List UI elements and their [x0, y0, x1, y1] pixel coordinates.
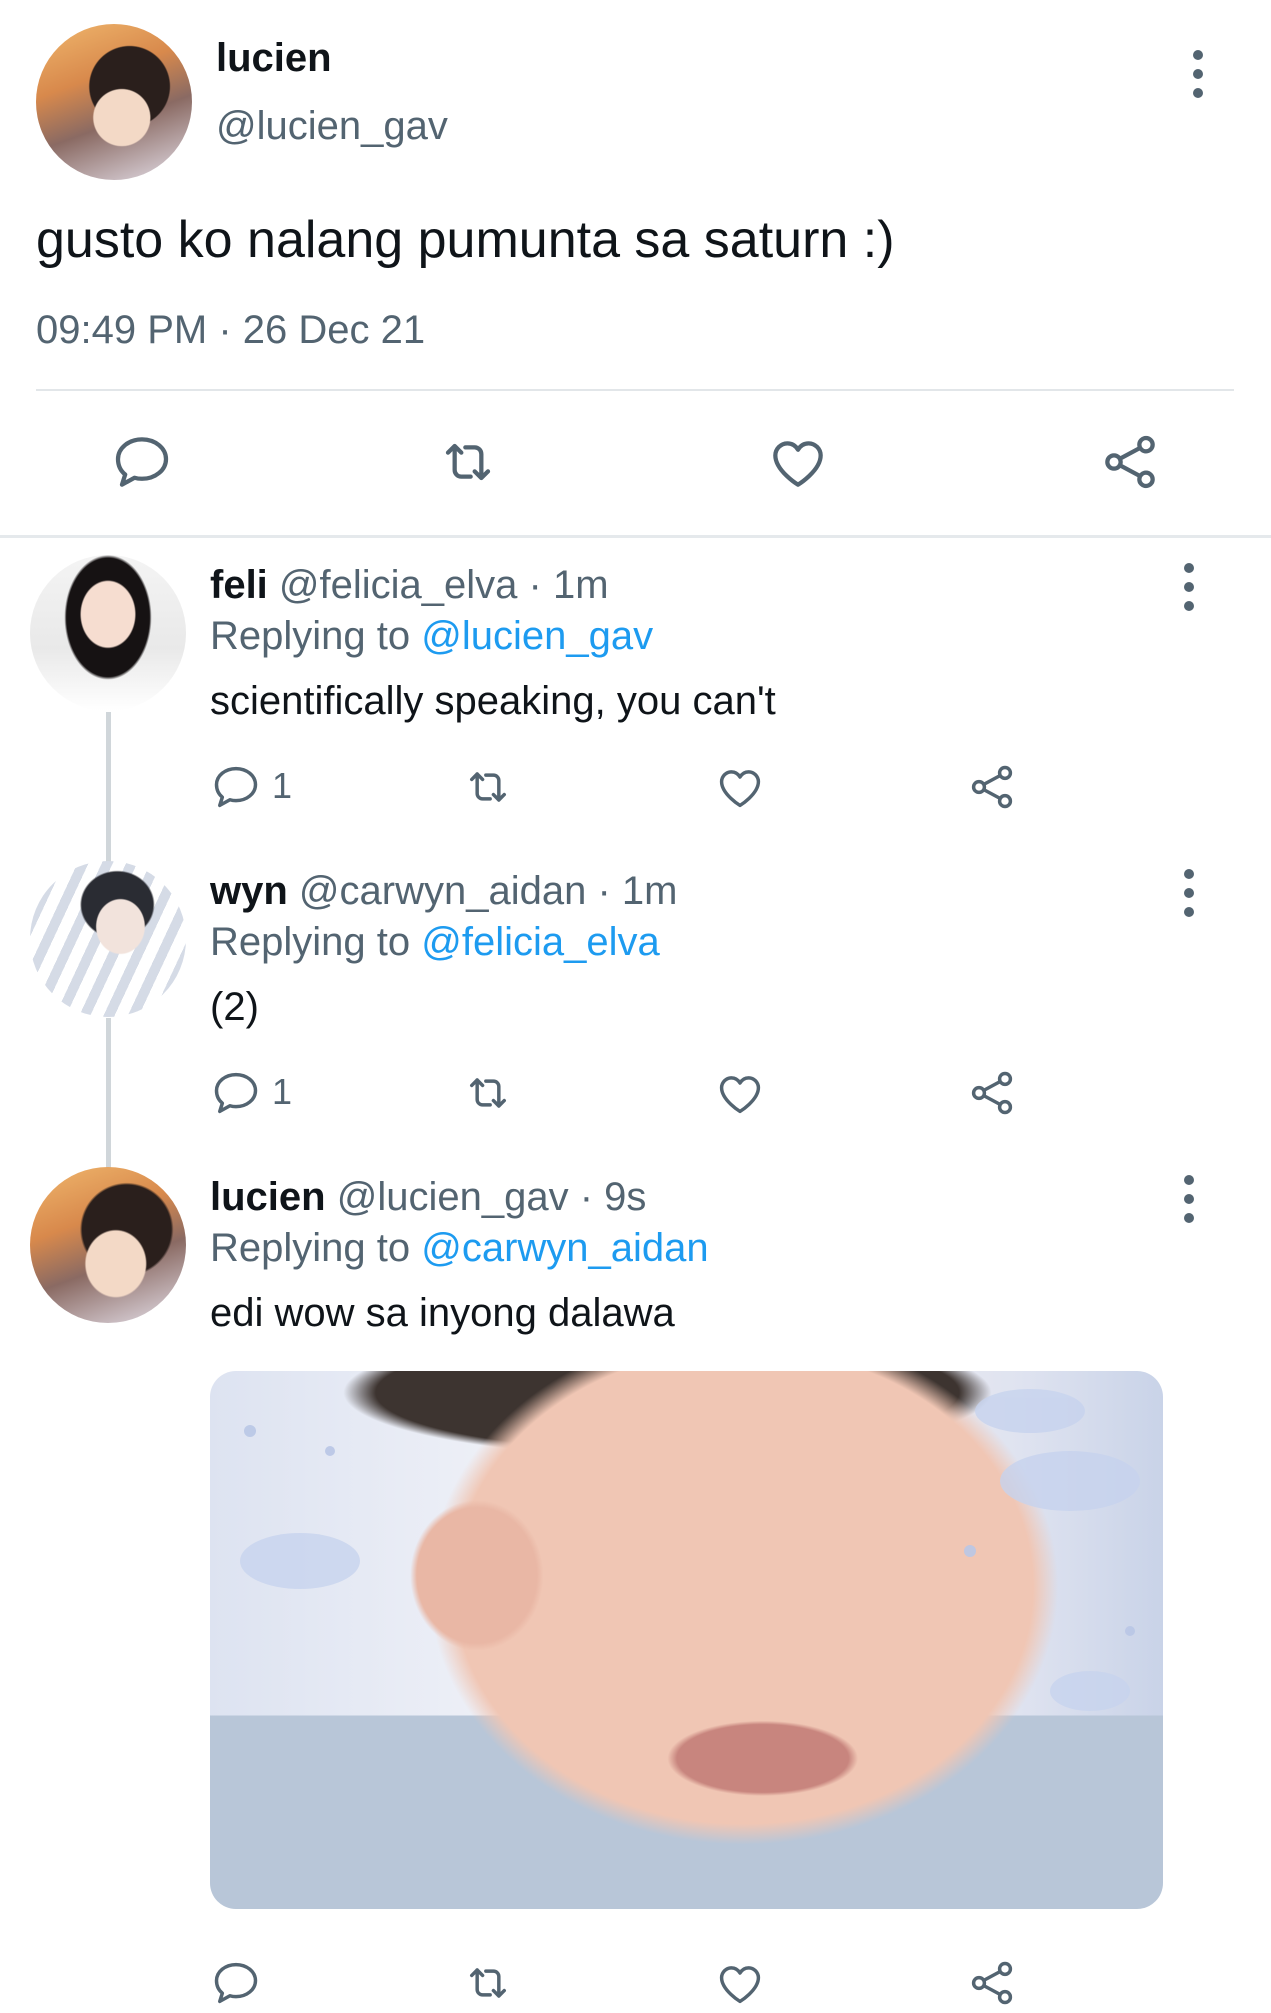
- tweet-timestamp[interactable]: 09:49 PM · 26 Dec 21: [36, 308, 425, 353]
- tweet-text: edi wow sa inyong dalawa: [210, 1291, 675, 1335]
- replying-to: Replying to @felicia_elva: [210, 920, 660, 965]
- author-meta: @felicia_elva · 1m: [278, 563, 609, 607]
- more-options-icon[interactable]: [1190, 50, 1206, 98]
- like-icon[interactable]: [714, 1957, 766, 2009]
- reply-icon[interactable]: [110, 430, 174, 494]
- reply-header: lucien @lucien_gav · 9s: [210, 1175, 646, 1220]
- avatar[interactable]: [30, 555, 186, 711]
- like-icon[interactable]: [714, 1067, 766, 1119]
- author-name[interactable]: lucien: [210, 1175, 326, 1219]
- reply-icon[interactable]: [210, 1067, 262, 1119]
- author-name[interactable]: feli: [210, 563, 268, 607]
- tweet-text: (2): [210, 985, 259, 1029]
- like-icon[interactable]: [766, 430, 830, 494]
- reply-header: feli @felicia_elva · 1m: [210, 563, 609, 608]
- main-tweet: lucien @lucien_gav gusto ko nalang pumun…: [0, 0, 1271, 537]
- tweet-text: gusto ko nalang pumunta sa saturn :): [36, 211, 895, 269]
- avatar[interactable]: [36, 24, 192, 180]
- author-name[interactable]: lucien: [216, 36, 332, 81]
- replying-label: Replying to: [210, 1226, 411, 1270]
- reply-count: 1: [272, 765, 293, 806]
- mention-link[interactable]: @lucien_gav: [421, 614, 653, 658]
- more-options-icon[interactable]: [1181, 563, 1197, 611]
- reply-icon[interactable]: [210, 761, 262, 813]
- avatar[interactable]: [30, 861, 186, 1017]
- share-icon[interactable]: [1098, 430, 1162, 494]
- like-icon[interactable]: [714, 761, 766, 813]
- avatar[interactable]: [30, 1167, 186, 1323]
- author-handle[interactable]: @lucien_gav: [216, 104, 448, 149]
- reply-tweet[interactable]: feli @felicia_elva · 1m Replying to @luc…: [0, 555, 1271, 815]
- retweet-icon[interactable]: [436, 430, 500, 494]
- tweet-text: scientifically speaking, you can't: [210, 679, 776, 723]
- tweet-media-image[interactable]: [210, 1371, 1163, 1909]
- mention-link[interactable]: @carwyn_aidan: [421, 1226, 708, 1270]
- mention-link[interactable]: @felicia_elva: [421, 920, 660, 964]
- replying-label: Replying to: [210, 614, 411, 658]
- reply-header: wyn @carwyn_aidan · 1m: [210, 869, 677, 914]
- replying-to: Replying to @lucien_gav: [210, 614, 653, 659]
- retweet-icon[interactable]: [462, 1067, 514, 1119]
- replying-to: Replying to @carwyn_aidan: [210, 1226, 709, 1271]
- retweet-icon[interactable]: [462, 761, 514, 813]
- share-icon[interactable]: [966, 1957, 1018, 2009]
- reply-count: 1: [272, 1071, 293, 1112]
- section-divider: [0, 535, 1271, 538]
- reply-icon[interactable]: [210, 1957, 262, 2009]
- more-options-icon[interactable]: [1181, 1175, 1197, 1223]
- share-icon[interactable]: [966, 1067, 1018, 1119]
- replying-label: Replying to: [210, 920, 411, 964]
- more-options-icon[interactable]: [1181, 869, 1197, 917]
- author-meta: @carwyn_aidan · 1m: [298, 869, 678, 913]
- reply-tweet[interactable]: wyn @carwyn_aidan · 1m Replying to @feli…: [0, 861, 1271, 1121]
- retweet-icon[interactable]: [462, 1957, 514, 2009]
- share-icon[interactable]: [966, 761, 1018, 813]
- media-decoration: [240, 1389, 1140, 1711]
- divider: [36, 389, 1234, 391]
- author-name[interactable]: wyn: [210, 869, 288, 913]
- author-meta: @lucien_gav · 9s: [336, 1175, 647, 1219]
